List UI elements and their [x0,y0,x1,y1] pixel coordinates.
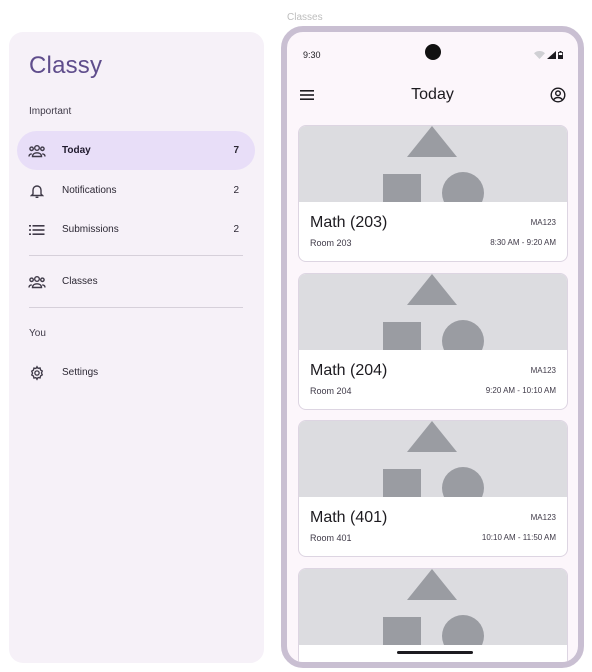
screen-title: Today [411,86,454,103]
divider [29,255,243,256]
card-course-code: MA123 [530,513,556,522]
card-room: Room 401 [310,533,352,543]
card-image-placeholder [299,569,567,645]
card-room: Room 204 [310,386,352,396]
top-app-bar: Today [287,74,578,116]
card-title: Math (204) [310,362,388,379]
card-room: Room 203 [310,238,352,248]
nav-item-notifications[interactable]: Notifications 2 [17,171,255,210]
card-title: Math (203) [310,214,388,231]
gear-icon [28,364,46,382]
nav-badge-notifications: 2 [233,185,239,196]
card-time: 10:10 AM - 11:50 AM [481,533,556,542]
account-button[interactable] [549,86,567,104]
nav-label-today: Today [62,145,91,156]
status-icons [534,51,563,59]
section-label-important: Important [29,106,72,117]
nav-label-notifications: Notifications [62,185,117,196]
navigation-drawer: Classy Important Today 7 Notifications 2 [9,32,264,663]
account-circle-icon [550,87,566,103]
home-indicator[interactable] [397,651,473,654]
card-image-placeholder [299,274,567,350]
class-card[interactable]: Math (203) MA123 Room 203 8:30 AM - 9:20… [298,125,568,262]
nav-item-settings[interactable]: Settings [17,353,255,392]
class-card[interactable]: Math (204) MA123 Room 204 9:20 AM - 10:1… [298,273,568,410]
frame-caption: Classes [287,12,323,23]
nav-label-settings: Settings [62,367,99,378]
people-icon [28,273,46,291]
camera-cutout [425,44,441,60]
divider [29,307,243,308]
card-course-code: MA123 [530,218,556,227]
card-course-code: MA123 [530,366,556,375]
nav-label-classes: Classes [62,276,98,287]
phone-frame: 9:30 Today Math (203) MA123 Room 203 8:3… [281,26,584,668]
card-title: Math (401) [310,509,388,526]
bell-icon [28,182,46,200]
nav-label-submissions: Submissions [62,224,119,235]
stage: Classy Important Today 7 Notifications 2 [0,0,592,672]
class-card[interactable]: Math (401) MA123 Room 401 10:10 AM - 11:… [298,420,568,557]
wifi-icon [534,51,545,59]
section-label-you: You [29,328,46,339]
nav-item-submissions[interactable]: Submissions 2 [17,210,255,249]
card-time: 9:20 AM - 10:10 AM [485,386,556,395]
app-title: Classy [29,52,103,79]
battery-icon [558,51,563,59]
nav-badge-today: 7 [233,145,239,156]
card-image-placeholder [299,126,567,202]
nav-badge-submissions: 2 [233,224,239,235]
card-time: 8:30 AM - 9:20 AM [490,238,556,247]
nav-item-today[interactable]: Today 7 [17,131,255,170]
card-image-placeholder [299,421,567,497]
people-icon [28,142,46,160]
signal-icon [547,51,556,59]
status-bar: 9:30 [287,32,578,72]
nav-item-classes[interactable]: Classes [17,262,255,301]
list-icon [28,221,46,239]
status-time: 9:30 [303,50,321,60]
